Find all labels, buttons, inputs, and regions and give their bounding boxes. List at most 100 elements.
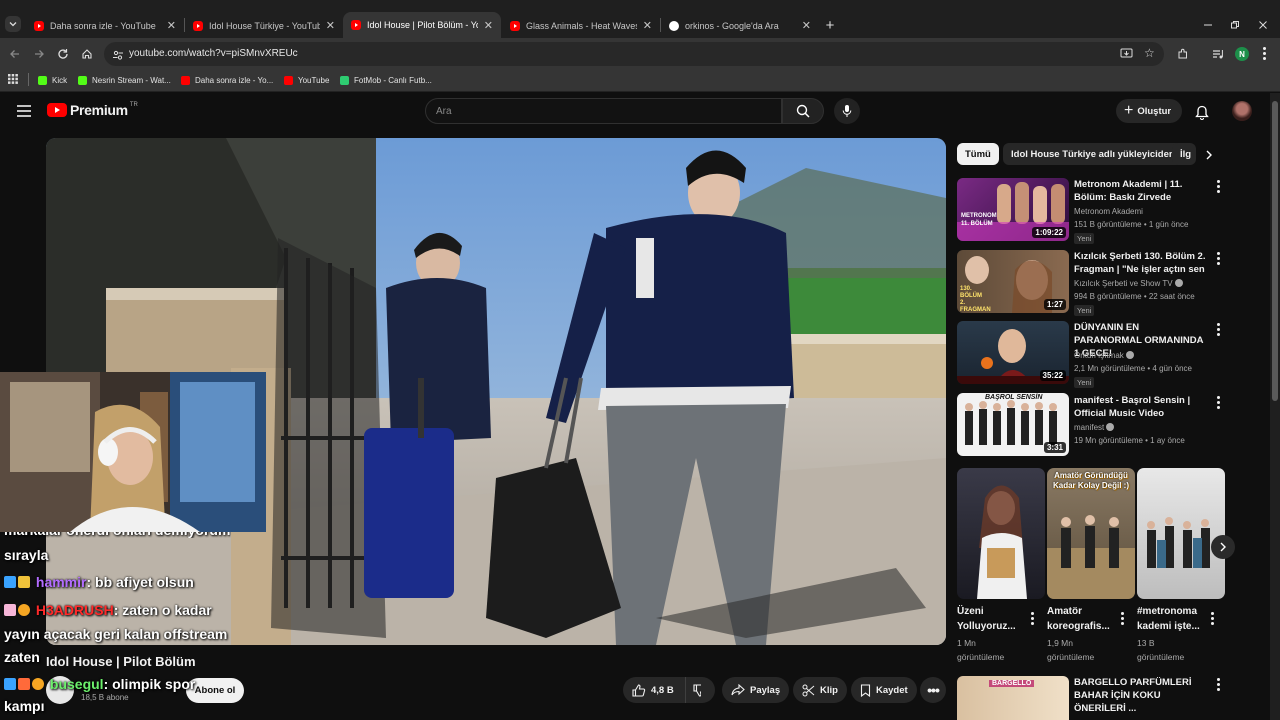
close-icon — [1259, 21, 1267, 29]
scissors-icon — [802, 684, 815, 696]
youtube-play-icon — [47, 103, 67, 117]
verified-icon — [1106, 423, 1115, 431]
url-text[interactable]: youtube.com/watch?v=piSMnvXREUc — [129, 48, 298, 59]
close-icon[interactable]: ✕ — [643, 19, 652, 32]
bookmark-fotmob[interactable]: FotMob - Canlı Futb... — [340, 73, 432, 87]
short-views: 1 Mn görüntüleme — [957, 638, 1005, 662]
home-button[interactable] — [79, 46, 95, 62]
bookmark-kick[interactable]: Kick — [38, 73, 67, 87]
short-title[interactable]: Amatör koreografis... — [1047, 604, 1117, 634]
more-vert-icon[interactable] — [1211, 612, 1215, 627]
more-vert-icon[interactable] — [1217, 678, 1221, 693]
video-thumbnail[interactable]: 35:22 — [957, 321, 1069, 384]
youtube-icon — [284, 75, 293, 85]
bookmark-youtube[interactable]: YouTube — [284, 73, 329, 87]
more-vert-icon[interactable] — [1031, 612, 1035, 627]
tab-search-button[interactable] — [5, 16, 21, 32]
shorts-next-button[interactable] — [1211, 535, 1235, 559]
search-button[interactable] — [782, 98, 824, 124]
more-vert-icon[interactable] — [1217, 252, 1221, 267]
chat-badge-icon — [18, 576, 30, 588]
close-icon[interactable]: ✕ — [167, 19, 176, 32]
voice-search-button[interactable] — [834, 98, 860, 124]
search-icon — [796, 104, 810, 118]
chevron-down-icon — [9, 22, 17, 27]
webcam-frame — [0, 372, 266, 532]
microphone-icon — [842, 105, 852, 117]
chat-message-hammir: hammir: bb afiyet olsun — [4, 574, 194, 590]
forward-button[interactable] — [31, 46, 47, 62]
more-horiz-icon: ••• — [927, 682, 940, 698]
puzzle-icon — [1178, 48, 1187, 59]
tab-idol-house-turkiye[interactable]: Idol House Türkiye - YouTube ✕ — [185, 13, 343, 38]
search-input[interactable]: Ara — [425, 98, 782, 124]
tab-idol-house-pilot[interactable]: Idol House | Pilot Bölüm - YouT ✕ — [343, 12, 501, 38]
create-button[interactable]: + Oluştur — [1116, 99, 1182, 123]
minimize-icon — [1204, 24, 1212, 26]
clip-button[interactable]: Klip — [793, 677, 847, 703]
bookmark-nesrin-stream[interactable]: Nesrin Stream - Wat... — [78, 73, 171, 87]
notifications-button[interactable] — [1193, 103, 1211, 121]
more-vert-icon[interactable] — [1217, 396, 1221, 411]
short-views: 1,9 Mn görüntüleme — [1047, 638, 1095, 662]
logo-text: Premium — [70, 102, 128, 118]
short-image — [1147, 517, 1210, 568]
chat-line-8: kampı — [4, 698, 45, 714]
video-thumbnail[interactable]: BAŞROL SENSİN 3:31 — [957, 393, 1069, 456]
tab-orkinos-google[interactable]: orkinos - Google'da Ara ✕ — [661, 13, 819, 38]
reload-button[interactable] — [55, 46, 71, 62]
like-button[interactable]: 4,8 B — [623, 677, 685, 703]
short-thumbnail[interactable] — [1137, 468, 1225, 599]
tab-heat-waves[interactable]: Glass Animals - Heat Waves (Of ✕ — [502, 13, 660, 38]
profile-avatar[interactable]: N — [1235, 47, 1249, 61]
apps-button[interactable] — [7, 73, 19, 85]
browser-menu-button[interactable] — [1260, 46, 1270, 62]
address-bar[interactable]: youtube.com/watch?v=piSMnvXREUc ☆ — [104, 42, 1164, 66]
short-title[interactable]: Üzeni Yolluyoruz... — [957, 604, 1027, 634]
page-scrollbar[interactable] — [1270, 93, 1280, 720]
dislike-button[interactable] — [685, 677, 715, 703]
maximize-button[interactable] — [1227, 17, 1243, 33]
chip-from-uploader[interactable]: Idol House Türkiye adlı yükleyiciden — [1003, 143, 1183, 165]
close-icon[interactable]: ✕ — [484, 19, 493, 32]
minimize-button[interactable] — [1200, 17, 1216, 33]
more-vert-icon[interactable] — [1121, 612, 1125, 627]
close-icon[interactable]: ✕ — [326, 19, 335, 32]
chip-related[interactable]: İlg — [1172, 143, 1196, 165]
thumbs-down-icon — [693, 683, 701, 697]
share-button[interactable]: Paylaş — [722, 677, 790, 703]
chips-next-button[interactable] — [1198, 144, 1220, 166]
back-button[interactable] — [7, 46, 23, 62]
new-tab-button[interactable]: + — [822, 17, 838, 34]
chat-badge-icon — [4, 678, 16, 690]
short-thumbnail[interactable] — [957, 468, 1045, 599]
account-avatar[interactable] — [1232, 101, 1252, 121]
restore-icon — [1231, 21, 1239, 29]
more-actions-button[interactable]: ••• — [920, 677, 946, 703]
bookmark-star-icon[interactable]: ☆ — [1144, 46, 1155, 60]
tab-daha-sonra-izle[interactable]: Daha sonra izle - YouTube ✕ — [26, 13, 184, 38]
more-vert-icon[interactable] — [1217, 180, 1221, 195]
chip-all[interactable]: Tümü — [957, 143, 999, 165]
close-icon[interactable]: ✕ — [802, 19, 811, 32]
guide-menu-button[interactable] — [16, 103, 32, 119]
extensions-button[interactable] — [1175, 46, 1191, 62]
site-info-icon[interactable] — [112, 48, 124, 66]
short-title[interactable]: #metronoma kademi işte... — [1137, 604, 1207, 634]
video-thumbnail[interactable]: BARGELLO — [957, 676, 1069, 720]
install-app-icon[interactable] — [1120, 47, 1133, 65]
close-window-button[interactable] — [1255, 17, 1271, 33]
bell-icon — [1195, 105, 1209, 120]
chat-username: busegul — [49, 676, 104, 692]
youtube-icon — [193, 20, 203, 31]
chevron-right-icon — [1206, 150, 1212, 160]
youtube-logo[interactable]: Premium TR — [47, 102, 138, 118]
video-thumbnail[interactable]: METRONOM 11. BÖLÜM 1:09:22 — [957, 178, 1069, 241]
bookmark-daha-sonra-izle[interactable]: Daha sonra izle - Yo... — [181, 73, 273, 87]
more-vert-icon[interactable] — [1217, 323, 1221, 338]
short-thumbnail[interactable]: Amatör Göründüğü Kadar Kolay Değil :) — [1047, 468, 1135, 599]
video-thumbnail[interactable]: 130. BÖLÜM 2. FRAGMAN 1:27 — [957, 250, 1069, 313]
save-button[interactable]: Kaydet — [851, 677, 917, 703]
media-controls-button[interactable] — [1210, 46, 1226, 62]
youtube-icon — [510, 20, 520, 31]
